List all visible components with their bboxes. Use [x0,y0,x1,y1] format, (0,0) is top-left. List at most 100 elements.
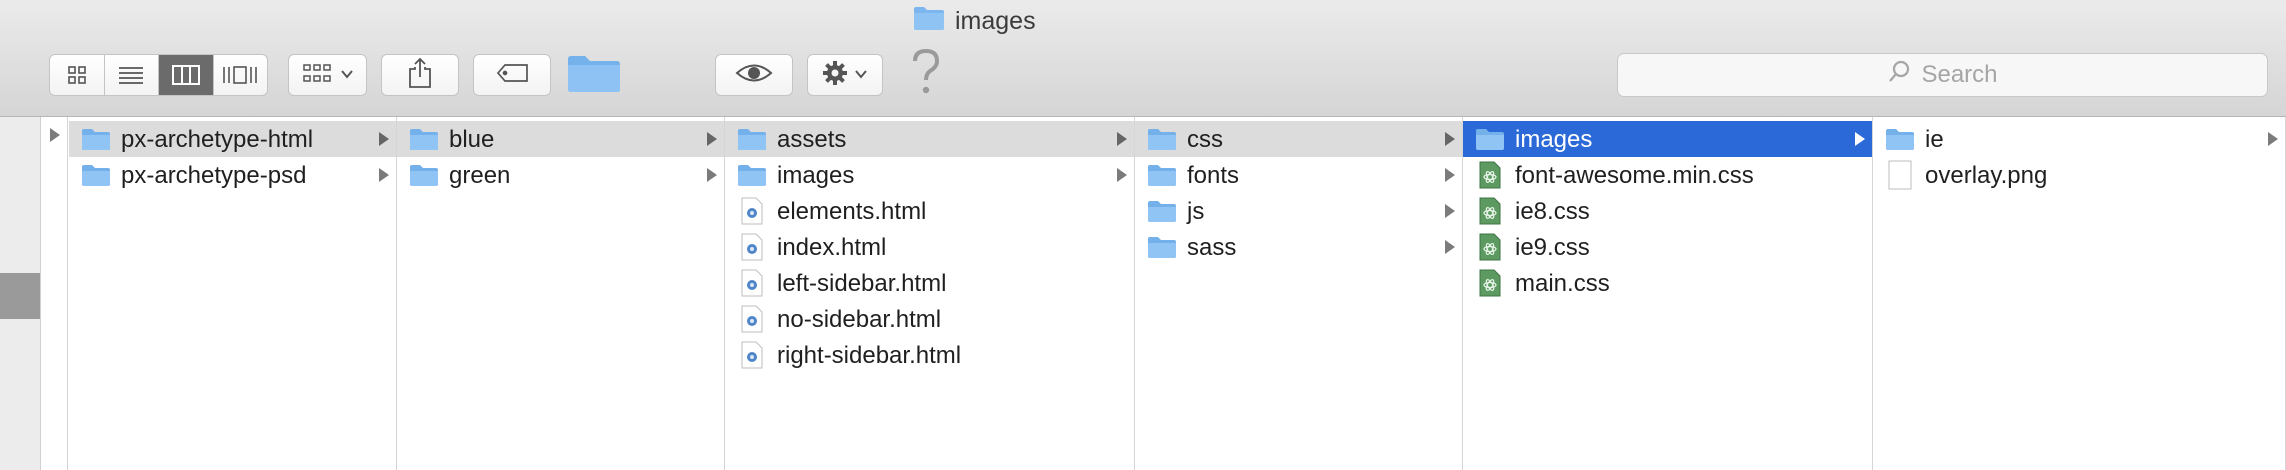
css-file-icon [1475,233,1505,261]
window-toolbar: images Search [0,0,2286,117]
disclosure-arrow-icon [1117,168,1127,182]
folder-icon [1147,161,1177,189]
disclosure-arrow-icon [707,132,717,146]
quick-look-button[interactable] [715,54,793,96]
folder-row[interactable]: px-archetype-psd [69,157,396,193]
item-label: green [449,162,511,189]
folder-icon [1147,233,1177,261]
file-row[interactable]: font-awesome.min.css [1463,157,1872,193]
share-icon [407,57,433,94]
file-row[interactable]: ie8.css [1463,193,1872,229]
column-view-icon[interactable] [159,55,214,95]
item-label: fonts [1187,162,1240,189]
folder-row[interactable]: green [397,157,724,193]
folder-row[interactable]: images [725,157,1134,193]
folder-icon [567,53,621,98]
disclosure-arrow-icon[interactable] [50,128,60,142]
file-row[interactable]: no-sidebar.html [725,301,1134,337]
disclosure-arrow-icon [1445,204,1455,218]
folder-icon [1147,197,1177,225]
file-row[interactable]: overlay.png [1873,157,2285,193]
resize-handle[interactable] [0,273,40,319]
item-label: css [1187,126,1223,153]
folder-row[interactable]: px-archetype-html [69,121,396,157]
folder-icon [1147,125,1177,153]
item-label: ie [1925,126,1944,153]
disclosure-arrow-icon [707,168,717,182]
browser-column: images font-awesome.min.css ie8.css ie9.css… [1463,117,1873,470]
disclosure-arrow-icon [1855,132,1865,146]
folder-row[interactable]: fonts [1135,157,1462,193]
html-file-icon [737,197,767,225]
file-row[interactable]: ie9.css [1463,229,1872,265]
file-row[interactable]: elements.html [725,193,1134,229]
browser-column: ie overlay.png [1873,117,2286,470]
item-label: font-awesome.min.css [1515,162,1754,189]
disclosure-arrow-icon [379,168,389,182]
browser-column: css fonts js sass [1135,117,1463,470]
chevron-down-icon [854,66,868,84]
tags-button[interactable] [473,54,551,96]
css-file-icon [1475,269,1505,297]
list-view-icon[interactable] [105,55,159,95]
help-button[interactable] [904,48,948,100]
folder-row[interactable]: assets [725,121,1134,157]
item-label: blue [449,126,495,153]
html-file-icon [737,269,767,297]
chevron-down-icon [340,66,354,84]
browser-column: px-archetype-html px-archetype-psd [69,117,397,470]
folder-icon [1885,125,1915,153]
folder-row[interactable]: css [1135,121,1462,157]
file-row[interactable]: right-sidebar.html [725,337,1134,373]
new-folder-button[interactable] [565,54,622,96]
tag-icon [494,63,530,88]
folder-row[interactable]: js [1135,193,1462,229]
folder-icon [409,161,439,189]
item-label: ie8.css [1515,198,1590,225]
folder-icon [737,125,767,153]
folder-icon [1475,125,1505,153]
window-title-text: images [955,6,1036,35]
search-field[interactable]: Search [1617,53,2268,97]
icon-view-icon[interactable] [50,55,105,95]
item-label: ie9.css [1515,234,1590,261]
view-mode-segmented-control[interactable] [49,54,268,96]
folder-icon [409,125,439,153]
disclosure-arrow-icon [1445,240,1455,254]
folder-row[interactable]: images [1463,121,1872,157]
item-label: left-sidebar.html [777,270,947,297]
browser-column: blue green [397,117,725,470]
arrange-grid-icon [302,62,332,89]
question-mark-icon [909,47,943,102]
cover-flow-icon[interactable] [214,55,268,95]
folder-icon [913,5,945,38]
disclosure-arrow-icon [1117,132,1127,146]
arrange-button[interactable] [288,54,367,96]
window-title: images [913,4,1036,38]
item-label: main.css [1515,270,1610,297]
item-label: js [1187,198,1205,225]
file-row[interactable]: left-sidebar.html [725,265,1134,301]
folder-row[interactable]: ie [1873,121,2285,157]
item-label: no-sidebar.html [777,306,942,333]
css-file-icon [1475,161,1505,189]
folder-row[interactable]: sass [1135,229,1462,265]
disclosure-arrow-icon [1445,168,1455,182]
item-label: overlay.png [1925,162,2048,189]
file-row[interactable]: index.html [725,229,1134,265]
disclosure-arrow-icon [379,132,389,146]
item-label: right-sidebar.html [777,342,962,369]
file-row[interactable]: main.css [1463,265,1872,301]
search-placeholder: Search [1921,61,1998,88]
browser-column: assets images elements.html index.html left-… [725,117,1135,470]
share-button[interactable] [381,54,459,96]
html-file-icon [737,305,767,333]
folder-row[interactable]: blue [397,121,724,157]
action-menu-button[interactable] [807,54,883,96]
item-label: images [1515,126,1593,153]
folder-icon [737,161,767,189]
sidebar-edge [0,117,41,470]
html-file-icon [737,233,767,261]
item-label: elements.html [777,198,927,225]
eye-icon [735,62,773,89]
